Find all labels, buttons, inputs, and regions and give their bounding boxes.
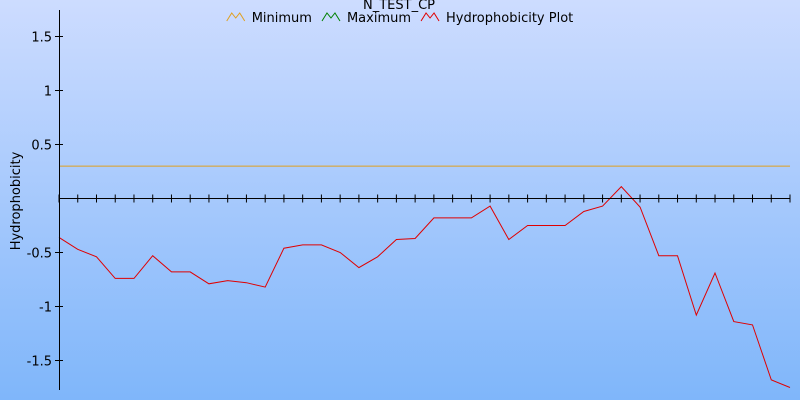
- legend-item-label: Maximum: [347, 11, 411, 26]
- legend-item-label: Minimum: [252, 11, 312, 26]
- y-tick-label: -1.5: [27, 355, 52, 370]
- y-tick-label: 0.5: [31, 139, 52, 154]
- hydrophobicity-chart: N_TEST_CP Minimum Maximum Hydrophobicity P…: [0, 0, 800, 400]
- chart-background: [0, 0, 800, 400]
- y-tick-label: -0.5: [27, 247, 52, 262]
- chart-legend: Minimum Maximum Hydrophobicity Plot: [226, 11, 573, 26]
- y-tick-label: 1: [44, 85, 52, 100]
- legend-item-label: Hydrophobicity Plot: [446, 11, 573, 26]
- y-tick-label: 1.5: [31, 31, 52, 46]
- y-axis-label: Hydrophobicity: [9, 151, 24, 250]
- y-tick-label: -1: [39, 301, 52, 316]
